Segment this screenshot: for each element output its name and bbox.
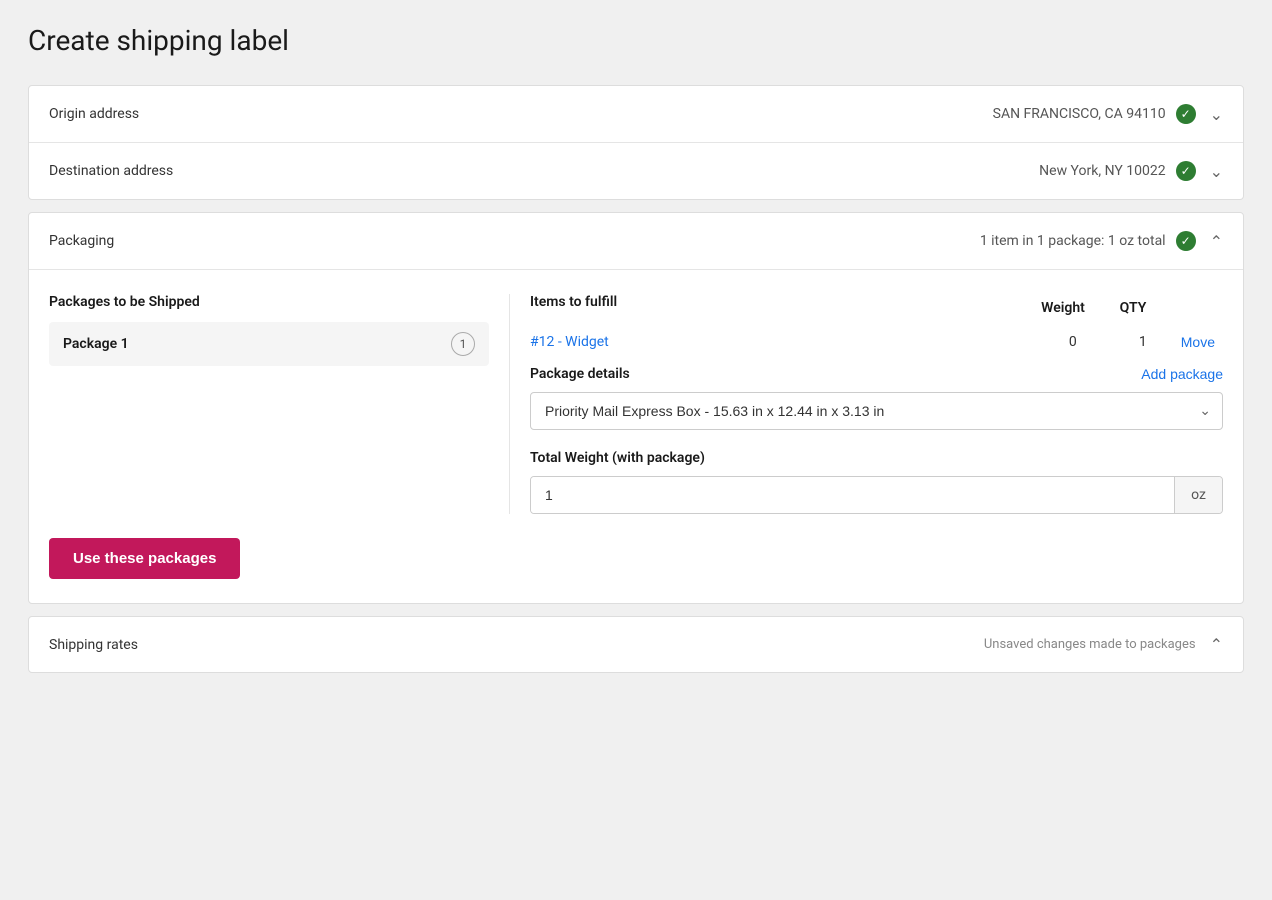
packaging-check-icon: ✓	[1176, 231, 1196, 251]
packaging-section: Packaging 1 item in 1 package: 1 oz tota…	[28, 212, 1244, 604]
move-button[interactable]: Move	[1173, 334, 1223, 350]
total-weight-label: Total Weight (with package)	[530, 450, 1223, 466]
weight-input-wrapper: oz	[530, 476, 1223, 514]
origin-label: Origin address	[49, 106, 139, 122]
origin-check-icon: ✓	[1176, 104, 1196, 124]
destination-chevron-icon: ⌄	[1210, 162, 1223, 181]
packaging-chevron-icon: ⌃	[1210, 232, 1223, 251]
item-row: #12 - Widget 0 1 Move	[530, 334, 1223, 350]
packages-col-header: Packages to be Shipped	[49, 294, 489, 310]
use-packages-button[interactable]: Use these packages	[49, 538, 240, 579]
origin-chevron-icon: ⌄	[1210, 105, 1223, 124]
package-type-select[interactable]: Priority Mail Express Box - 15.63 in x 1…	[530, 392, 1223, 430]
package-type-select-wrapper: Priority Mail Express Box - 15.63 in x 1…	[530, 392, 1223, 430]
shipping-rates-chevron-icon: ⌃	[1210, 635, 1223, 654]
fulfill-header: Items to fulfill Weight QTY	[530, 294, 1223, 322]
package-details-label: Package details	[530, 366, 630, 382]
package-details-header: Package details Add package	[530, 366, 1223, 382]
unsaved-changes-text: Unsaved changes made to packages	[984, 637, 1196, 652]
packages-left-panel: Packages to be Shipped Package 1 1	[49, 294, 509, 514]
add-package-button[interactable]: Add package	[1141, 366, 1223, 382]
address-card: Origin address SAN FRANCISCO, CA 94110 ✓…	[28, 85, 1244, 200]
package-1-row[interactable]: Package 1 1	[49, 322, 489, 366]
packaging-header-right: 1 item in 1 package: 1 oz total ✓ ⌃	[980, 231, 1223, 251]
packaging-body: Packages to be Shipped Package 1 1 Items…	[29, 270, 1243, 603]
shipping-rates-right: Unsaved changes made to packages ⌃	[984, 635, 1223, 654]
package-1-name: Package 1	[63, 336, 441, 352]
qty-col-header: QTY	[1103, 300, 1163, 316]
origin-value: SAN FRANCISCO, CA 94110	[993, 106, 1166, 122]
weight-unit: oz	[1174, 477, 1222, 513]
destination-check-icon: ✓	[1176, 161, 1196, 181]
shipping-rates-row[interactable]: Shipping rates Unsaved changes made to p…	[28, 616, 1244, 673]
packages-right-panel: Items to fulfill Weight QTY #12 - Widget…	[509, 294, 1223, 514]
origin-address-row[interactable]: Origin address SAN FRANCISCO, CA 94110 ✓…	[29, 86, 1243, 142]
items-col-header: Items to fulfill	[530, 294, 617, 310]
weight-input[interactable]	[531, 477, 1174, 513]
packages-grid: Packages to be Shipped Package 1 1 Items…	[49, 294, 1223, 514]
packaging-header[interactable]: Packaging 1 item in 1 package: 1 oz tota…	[29, 213, 1243, 270]
weight-qty-headers: Weight QTY	[1023, 300, 1223, 316]
package-1-badge: 1	[451, 332, 475, 356]
destination-right: New York, NY 10022 ✓ ⌄	[1039, 161, 1223, 181]
item-link[interactable]: #12 - Widget	[530, 334, 1033, 350]
destination-label: Destination address	[49, 163, 173, 179]
packaging-label: Packaging	[49, 233, 114, 249]
shipping-rates-label: Shipping rates	[49, 637, 138, 653]
item-weight: 0	[1033, 334, 1113, 350]
page-title: Create shipping label	[28, 24, 1244, 57]
item-qty: 1	[1113, 334, 1173, 350]
destination-address-row[interactable]: Destination address New York, NY 10022 ✓…	[29, 142, 1243, 199]
origin-right: SAN FRANCISCO, CA 94110 ✓ ⌄	[993, 104, 1223, 124]
packaging-summary: 1 item in 1 package: 1 oz total	[980, 233, 1166, 249]
weight-col-header: Weight	[1023, 300, 1103, 316]
destination-value: New York, NY 10022	[1039, 163, 1165, 179]
